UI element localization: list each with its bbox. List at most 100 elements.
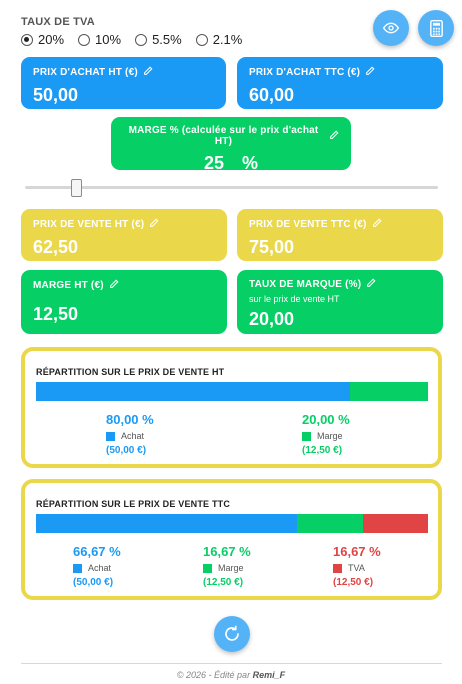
card-label-row: PRIX DE VENTE TTC (€): [249, 218, 431, 231]
repartition-ttc-title: RÉPARTITION SUR LE PRIX DE VENTE TTC: [36, 499, 231, 509]
tva-option-10[interactable]: 10%: [78, 32, 121, 47]
calculator-icon: [429, 19, 443, 37]
card-label-row: PRIX D'ACHAT TTC (€): [249, 66, 431, 79]
tva-options: 20% 10% 5.5% 2.1%: [21, 32, 256, 47]
legend-amount: (12,50 €): [203, 577, 244, 588]
legend-amount: (50,00 €): [106, 445, 147, 456]
reset-button[interactable]: [214, 616, 250, 652]
legend-pct: 20,00 %: [302, 412, 350, 427]
prix-vente-ht-value[interactable]: 62,50: [33, 237, 215, 258]
legend-swatch: [73, 564, 82, 573]
radio-20[interactable]: [21, 33, 33, 46]
legend-name: Marge: [317, 431, 343, 441]
pencil-icon[interactable]: [329, 130, 339, 143]
legend-name: Marge: [218, 563, 244, 573]
card-label-row: PRIX DE VENTE HT (€): [33, 218, 215, 231]
radio-2-1[interactable]: [195, 33, 208, 46]
legend-swatch: [333, 564, 342, 573]
prix-achat-ht-label: PRIX D'ACHAT HT (€): [33, 67, 138, 78]
taux-marque-value[interactable]: 20,00: [249, 309, 431, 330]
bar-segment-achat: [36, 514, 298, 533]
marge-pct-card[interactable]: MARGE % (calculée sur le prix d'achat HT…: [111, 117, 351, 173]
card-label-row: TAUX DE MARQUE (%): [249, 278, 431, 291]
tva-option-label: 20%: [38, 32, 65, 47]
marge-slider-thumb[interactable]: [70, 179, 82, 197]
footer-divider: [21, 663, 442, 664]
card-label-row: PRIX D'ACHAT HT (€): [33, 66, 214, 79]
repartition-ttc-bar: [36, 514, 429, 533]
footer-prefix: © 2026 - Édité par: [176, 670, 251, 680]
repartition-ht-title: RÉPARTITION SUR LE PRIX DE VENTE HT: [36, 367, 225, 377]
legend-pct: 66,67 %: [73, 544, 121, 559]
prix-achat-ttc-card[interactable]: PRIX D'ACHAT TTC (€) 60,00: [237, 57, 443, 109]
prix-achat-ttc-label: PRIX D'ACHAT TTC (€): [249, 67, 361, 78]
radio-5-5[interactable]: [135, 33, 148, 46]
tva-title: TAUX DE TVA: [21, 16, 95, 28]
legend-pct: 16,67 %: [203, 544, 251, 559]
tva-option-5-5[interactable]: 5.5%: [135, 32, 182, 47]
pencil-icon[interactable]: [366, 278, 376, 291]
pencil-icon[interactable]: [143, 66, 153, 79]
legend-marge: 20,00 % Marge (12,50 €): [302, 412, 350, 456]
prix-vente-ht-card[interactable]: PRIX DE VENTE HT (€) 62,50: [21, 209, 227, 261]
legend-name: TVA: [348, 563, 365, 573]
repartition-ht-bar: [36, 382, 428, 401]
prix-vente-ttc-label: PRIX DE VENTE TTC (€): [249, 219, 367, 230]
calculator-button[interactable]: [418, 10, 454, 46]
tva-option-label: 2.1%: [212, 32, 243, 47]
marge-pct-unit: %: [242, 153, 259, 173]
radio-10[interactable]: [78, 33, 91, 46]
repartition-ttc-panel: RÉPARTITION SUR LE PRIX DE VENTE TTC 66,…: [21, 479, 442, 600]
bar-segment-marge: [297, 514, 363, 533]
tva-option-label: 10%: [95, 32, 122, 47]
legend-pct: 16,67 %: [333, 544, 381, 559]
repartition-ht-panel: RÉPARTITION SUR LE PRIX DE VENTE HT 80,0…: [21, 347, 442, 468]
toggle-view-button[interactable]: [373, 10, 409, 46]
legend-amount: (50,00 €): [73, 577, 114, 588]
prix-vente-ttc-card[interactable]: PRIX DE VENTE TTC (€) 75,00: [237, 209, 443, 261]
marge-ht-value[interactable]: 12,50: [33, 304, 215, 325]
footer: © 2026 - Édité par Remi_F: [0, 670, 462, 680]
footer-author: Remi_F: [252, 670, 286, 680]
marge-ht-card[interactable]: MARGE HT (€) 12,50: [21, 270, 227, 334]
tva-option-20[interactable]: 20%: [21, 32, 64, 47]
legend-amount: (12,50 €): [302, 445, 343, 456]
legend-amount: (12,50 €): [333, 577, 374, 588]
tva-option-2-1[interactable]: 2.1%: [195, 32, 243, 47]
prix-achat-ht-card[interactable]: PRIX D'ACHAT HT (€) 50,00: [21, 57, 226, 109]
legend-swatch: [302, 432, 311, 441]
legend-swatch: [203, 564, 212, 573]
pencil-icon[interactable]: [365, 66, 375, 79]
marge-ht-label: MARGE HT (€): [33, 280, 104, 291]
prix-vente-ht-label: PRIX DE VENTE HT (€): [33, 219, 145, 230]
prix-achat-ttc-value[interactable]: 60,00: [249, 85, 431, 106]
bar-segment-tva: [362, 514, 429, 533]
legend-swatch: [106, 432, 115, 441]
legend-marge: 16,67 % Marge (12,50 €): [203, 544, 251, 588]
bar-segment-achat: [36, 382, 350, 401]
taux-marque-card[interactable]: TAUX DE MARQUE (%) sur le prix de vente …: [237, 270, 443, 334]
eye-icon: [383, 22, 399, 34]
tva-option-label: 5.5%: [152, 32, 182, 47]
legend-name: Achat: [121, 431, 145, 441]
legend-pct: 80,00 %: [106, 412, 154, 427]
pencil-icon[interactable]: [109, 279, 119, 292]
taux-marque-label: TAUX DE MARQUE (%): [249, 279, 362, 290]
legend-achat: 66,67 % Achat (50,00 €): [73, 544, 121, 588]
taux-marque-sub: sur le prix de vente HT: [249, 294, 340, 304]
legend-name: Achat: [88, 563, 112, 573]
bar-segment-marge: [349, 382, 428, 401]
card-label-row: MARGE % (calculée sur le prix d'achat HT…: [123, 125, 339, 147]
prix-achat-ht-value[interactable]: 50,00: [33, 85, 214, 106]
legend-tva: 16,67 % TVA (12,50 €): [333, 544, 381, 588]
refresh-icon: [225, 625, 239, 641]
marge-slider-track[interactable]: [25, 186, 438, 189]
prix-vente-ttc-value[interactable]: 75,00: [249, 237, 431, 258]
card-label-row: MARGE HT (€): [33, 279, 215, 292]
pencil-icon[interactable]: [149, 218, 159, 231]
pencil-icon[interactable]: [372, 218, 382, 231]
marge-pct-label: MARGE % (calculée sur le prix d'achat HT…: [128, 125, 319, 147]
marge-pct-value-row: 25%: [123, 153, 339, 174]
legend-achat: 80,00 % Achat (50,00 €): [106, 412, 154, 456]
marge-pct-value[interactable]: 25: [204, 153, 224, 173]
